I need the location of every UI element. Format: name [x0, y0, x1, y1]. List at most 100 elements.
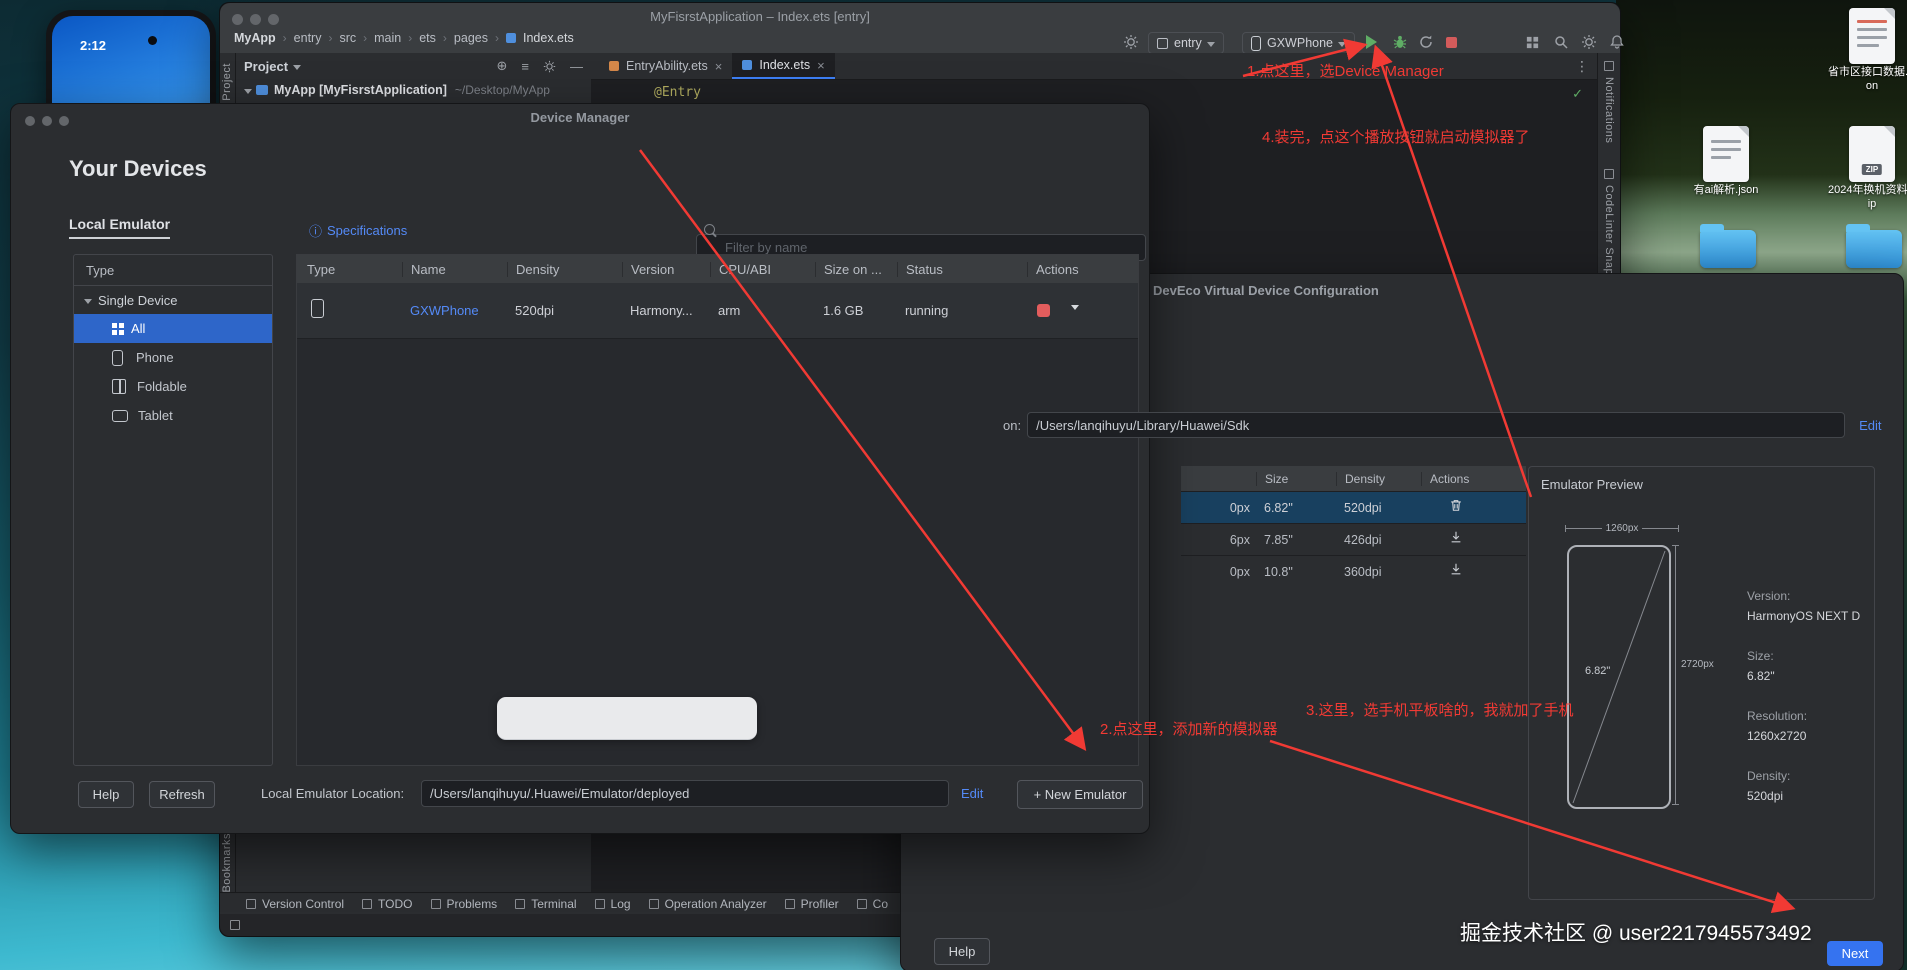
tab-index[interactable]: Index.ets × [732, 53, 835, 79]
breadcrumb-item[interactable]: ets [419, 31, 436, 45]
settings-gear-icon[interactable] [1581, 32, 1597, 52]
type-item-tablet[interactable]: Tablet [74, 401, 272, 430]
debug-button[interactable] [1392, 32, 1408, 52]
close-icon[interactable] [232, 14, 243, 25]
sdk-location-label: on: [1003, 417, 1022, 433]
panel-settings-icon[interactable] [543, 60, 556, 73]
device-dropdown[interactable]: GXWPhone [1242, 32, 1356, 54]
tool-stripe-bookmarks[interactable]: Bookmarks [221, 833, 233, 893]
file-label[interactable]: 省市区接口数据.json [1827, 66, 1907, 94]
breadcrumb-item[interactable]: Index.ets [523, 31, 574, 45]
close-icon[interactable]: × [715, 59, 723, 74]
edit-sdk-link[interactable]: Edit [1859, 418, 1881, 433]
table-row[interactable]: 6px 7.85" 426dpi [1181, 523, 1526, 555]
file-icon-json-2[interactable] [1703, 126, 1749, 182]
minimize-icon[interactable] [250, 14, 261, 25]
inspection-ok-icon: ✓ [1572, 86, 1583, 101]
file-icon-zip[interactable]: ZIP [1849, 126, 1895, 182]
refresh-button[interactable]: Refresh [149, 781, 215, 808]
folder-icon[interactable] [1700, 224, 1756, 268]
statusbar-operation-analyzer[interactable]: Operation Analyzer [648, 897, 767, 911]
file-icon-json-1[interactable] [1849, 8, 1895, 64]
hide-panel-icon[interactable]: — [570, 59, 583, 74]
preview-title: Emulator Preview [1541, 477, 1643, 492]
minimize-icon[interactable] [42, 116, 52, 126]
breadcrumb-item[interactable]: main [374, 31, 401, 45]
build-icon[interactable] [1123, 32, 1139, 52]
statusbar-log[interactable]: Log [594, 897, 631, 911]
breadcrumb-item[interactable]: pages [454, 31, 488, 45]
more-actions-chevron[interactable] [1071, 305, 1079, 314]
close-icon[interactable] [25, 116, 35, 126]
type-item-phone[interactable]: Phone [74, 343, 272, 372]
locate-icon[interactable]: ⊕ [497, 58, 508, 74]
file-label[interactable]: 2024年换机资料.zip [1827, 184, 1907, 212]
close-icon[interactable]: × [817, 58, 825, 73]
expander-icon[interactable] [244, 88, 252, 98]
delete-action[interactable] [1421, 498, 1526, 517]
tab-options-kebab-icon[interactable]: ⋮ [1575, 58, 1589, 75]
group-single-device[interactable]: Single Device [74, 286, 272, 314]
window-controls[interactable] [25, 113, 76, 131]
location-input[interactable] [421, 780, 949, 807]
cell-density: 360dpi [1344, 564, 1382, 579]
search-icon[interactable] [1553, 32, 1569, 52]
col-version: Version [622, 261, 710, 277]
stripe-notifications[interactable]: Notifications [1603, 77, 1615, 143]
preview-specs: Version: HarmonyOS NEXT D Size: 6.82" Re… [1747, 589, 1872, 803]
devices-table: Type Name Density Version CPU/ABI Size o… [296, 254, 1139, 766]
help-button[interactable]: Help [934, 938, 990, 965]
statusbar-terminal[interactable]: Terminal [515, 897, 577, 911]
help-button[interactable]: Help [78, 781, 134, 808]
download-action[interactable] [1421, 562, 1526, 581]
statusbar-profiler[interactable]: Profiler [784, 897, 839, 911]
statusbar-problems[interactable]: Problems [430, 897, 497, 911]
table-row[interactable]: 0px 6.82" 520dpi [1181, 492, 1526, 523]
type-item-all[interactable]: All [74, 314, 272, 343]
maximize-icon[interactable] [268, 14, 279, 25]
sdk-path-input[interactable] [1027, 412, 1846, 438]
screen-reader-icon[interactable] [230, 920, 240, 930]
type-item-foldable[interactable]: Foldable [74, 372, 272, 401]
restart-button[interactable] [1418, 32, 1434, 52]
codelinter-icon[interactable] [1604, 169, 1614, 179]
notifications-icon[interactable] [1604, 61, 1614, 71]
breadcrumb-item[interactable]: MyApp [234, 31, 276, 45]
download-action[interactable] [1421, 530, 1526, 549]
next-button[interactable]: Next [1827, 941, 1883, 966]
edit-location-link[interactable]: Edit [961, 786, 983, 801]
tool-stripe-project[interactable]: Project [221, 63, 233, 101]
file-label[interactable]: 有ai解析.json [1681, 184, 1771, 198]
layout-grid-icon[interactable] [1525, 32, 1540, 52]
run-button[interactable] [1366, 32, 1384, 52]
type-panel: Type Single Device All Phone Foldable Ta… [73, 254, 273, 766]
project-tab[interactable]: Project [244, 59, 288, 74]
file-type-icon [505, 33, 516, 43]
cell-actions [1027, 304, 1138, 317]
breadcrumb-item[interactable]: src [339, 31, 356, 45]
device-name-link[interactable]: GXWPhone [402, 303, 507, 318]
statusbar-console[interactable]: Co [856, 897, 888, 911]
statusbar-version-control[interactable]: Version Control [246, 897, 344, 911]
stop-emulator-button[interactable] [1037, 304, 1050, 317]
table-row[interactable]: 0px 10.8" 360dpi [1181, 555, 1526, 587]
breadcrumb-item[interactable]: entry [294, 31, 322, 45]
specifications-link[interactable]: ⓘ Specifications [309, 221, 407, 240]
window-controls[interactable] [232, 12, 286, 30]
notifications-bell-icon[interactable] [1609, 32, 1625, 52]
project-tree-row[interactable]: MyApp [MyFisrstApplication] ~/Desktop/My… [236, 79, 591, 101]
tab-local-emulator[interactable]: Local Emulator [69, 216, 171, 239]
statusbar-todo[interactable]: TODO [362, 897, 413, 911]
info-icon: ⓘ [309, 224, 323, 239]
maximize-icon[interactable] [59, 116, 69, 126]
window-title: MyFisrstApplication – Index.ets [entry] [650, 9, 870, 24]
folder-icon[interactable] [1846, 224, 1902, 268]
new-emulator-button[interactable]: + New Emulator [1017, 780, 1143, 809]
stripe-codelinter[interactable]: CodeLinter Snap [1603, 185, 1615, 275]
tab-entryability[interactable]: EntryAbility.ets × [599, 53, 732, 79]
stop-button[interactable] [1446, 32, 1457, 52]
device-row[interactable]: GXWPhone 520dpi Harmony... arm 1.6 GB ru… [297, 283, 1138, 339]
run-config-dropdown[interactable]: entry [1148, 32, 1224, 54]
col-type: Type [307, 261, 336, 277]
sort-icon[interactable]: ≡ [521, 59, 529, 74]
